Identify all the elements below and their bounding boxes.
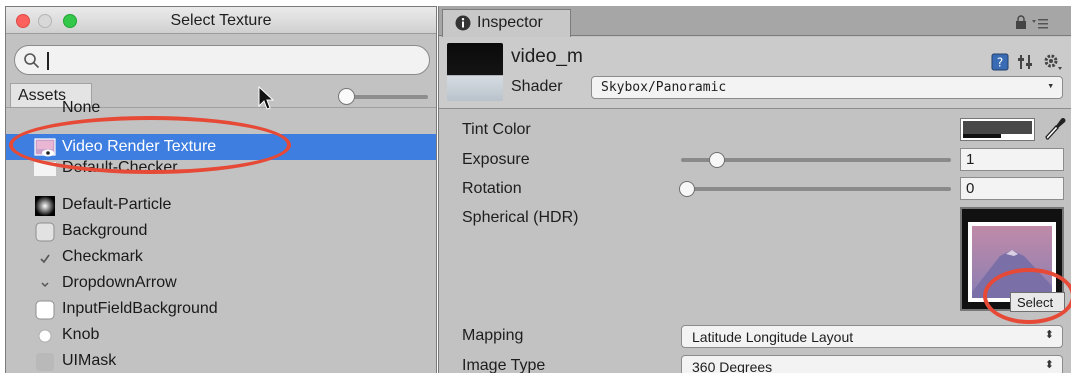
render-texture-icon [34,138,56,157]
tab-inspector[interactable]: Inspector [442,9,571,37]
spherical-hdr-label: Spherical (HDR) [462,209,579,226]
tint-alpha-bar [963,134,1001,138]
mapping-label: Mapping [462,327,524,344]
tint-color-fill [963,121,1032,134]
mouse-cursor-icon [258,86,275,110]
mountain-image-icon [972,226,1052,298]
updown-arrows-icon: ⬍ [1044,329,1054,341]
preset-sliders-icon[interactable] [1017,53,1035,71]
particle-icon [35,196,55,216]
list-item-inputfieldbackground[interactable]: InputFieldBackground [6,296,436,322]
shader-dropdown-value: Skybox/Panoramic [601,80,727,95]
list-item-label: Default-Checker [62,159,178,176]
list-item-label: Knob [62,326,100,343]
shader-label: Shader [511,78,563,95]
window-title: Select Texture [170,12,272,29]
help-book-icon[interactable]: ? [991,53,1009,71]
list-item-knob[interactable]: Knob [6,322,436,348]
rounded-square-icon [35,222,55,242]
search-input[interactable] [14,45,430,75]
list-item-default-checker[interactable]: Default-Checker [6,159,436,194]
title-bar[interactable]: Select Texture [6,7,436,34]
mapping-dropdown-value: Latitude Longitude Layout [692,329,854,345]
list-item-label: Background [62,222,148,239]
rotation-label: Rotation [462,180,522,197]
rotation-slider[interactable] [681,187,951,191]
svg-text:?: ? [997,56,1003,70]
list-item-default-particle[interactable]: Default-Particle [6,192,436,218]
select-texture-button[interactable]: Select [1010,292,1065,312]
thumbnail-size-slider-knob[interactable] [338,88,355,105]
shader-dropdown[interactable]: Skybox/Panoramic ▾ [591,76,1063,99]
tint-color-label: Tint Color [462,121,531,138]
asset-list: None Video Render Texture Default-Checke… [6,99,436,373]
inspector-window: Inspector video_m Shader Skybox/Panorami… [438,6,1071,373]
rotation-slider-knob[interactable] [679,181,695,197]
image-type-dropdown-value: 360 Degrees [692,359,773,373]
menu-icon[interactable] [1032,17,1048,29]
mask-icon [36,353,54,371]
dropdown-arrow-icon [41,282,49,288]
list-item-background[interactable]: Background [6,218,436,244]
rotation-field[interactable]: 0 [960,177,1064,200]
lock-icon[interactable] [1015,15,1027,29]
texture-preview [968,222,1056,302]
eyedropper-icon[interactable] [1043,116,1067,142]
list-item-none[interactable]: None [6,99,436,134]
checkmark-icon [40,254,50,264]
list-item-video-render-texture[interactable]: Video Render Texture [6,134,436,160]
image-type-dropdown[interactable]: 360 Degrees ⬍ [681,355,1063,373]
list-item-label: UIMask [62,352,117,369]
list-item-label: Checkmark [62,248,143,265]
thumbnail-size-slider[interactable] [346,95,428,99]
image-type-label: Image Type [462,357,546,373]
list-item-uimask[interactable]: UIMask [6,348,436,373]
search-row [6,35,436,83]
material-name: video_m [511,46,583,67]
tab-inspector-label: Inspector [477,14,543,31]
text-caret [47,52,49,70]
list-item-label: Default-Particle [62,196,172,213]
exposure-field[interactable]: 1 [960,148,1064,171]
material-preview-thumbnail [447,43,503,101]
exposure-slider-knob[interactable] [709,152,725,168]
list-item-label: DropdownArrow [62,274,177,291]
mapping-dropdown[interactable]: Latitude Longitude Layout ⬍ [681,325,1063,348]
inspector-tab-bar: Inspector [439,6,1071,37]
list-item-dropdownarrow[interactable]: DropdownArrow [6,270,436,296]
list-item-checkmark[interactable]: Checkmark [6,244,436,270]
chevron-down-icon: ▾ [1047,79,1054,92]
checker-icon [34,162,56,176]
info-icon [455,15,471,31]
list-item-label: InputFieldBackground [62,300,218,317]
select-texture-window: Select Texture Assets None Video Render … [5,6,437,373]
search-icon [24,53,40,69]
input-field-icon [35,300,55,320]
list-item-label: None [62,99,101,116]
list-item-label: Video Render Texture [62,138,217,155]
exposure-label: Exposure [462,151,530,168]
updown-arrows-icon: ⬍ [1044,359,1054,371]
tint-color-swatch[interactable] [960,118,1035,141]
knob-icon [38,329,52,343]
gear-icon[interactable] [1041,51,1063,73]
material-header: video_m Shader Skybox/Panoramic ▾ ? [439,37,1071,109]
